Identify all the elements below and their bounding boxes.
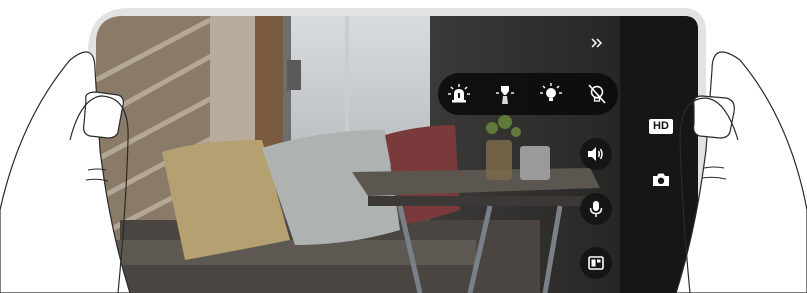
layout-icon [588, 256, 604, 270]
bulb-icon [540, 83, 562, 101]
spotlight-button[interactable] [493, 82, 517, 106]
microphone-icon [589, 201, 603, 217]
light-control-toolbar [438, 73, 618, 115]
layout-button[interactable] [580, 247, 612, 279]
speaker-icon [588, 147, 603, 161]
hd-quality-toggle[interactable]: HD [649, 119, 673, 134]
camera-feed [0, 8, 807, 293]
expand-button[interactable] [588, 35, 606, 51]
bulb-off-button[interactable] [585, 82, 609, 106]
bulb-off-icon [588, 84, 606, 104]
spotlight-icon [496, 86, 514, 104]
camera-icon [653, 173, 669, 186]
siren-icon [448, 84, 470, 103]
speaker-button[interactable] [580, 138, 612, 170]
microphone-button[interactable] [580, 193, 612, 225]
siren-button[interactable] [447, 82, 471, 106]
bulb-button[interactable] [539, 82, 563, 106]
double-chevron-right-icon [591, 38, 603, 48]
snapshot-button[interactable] [651, 171, 671, 188]
